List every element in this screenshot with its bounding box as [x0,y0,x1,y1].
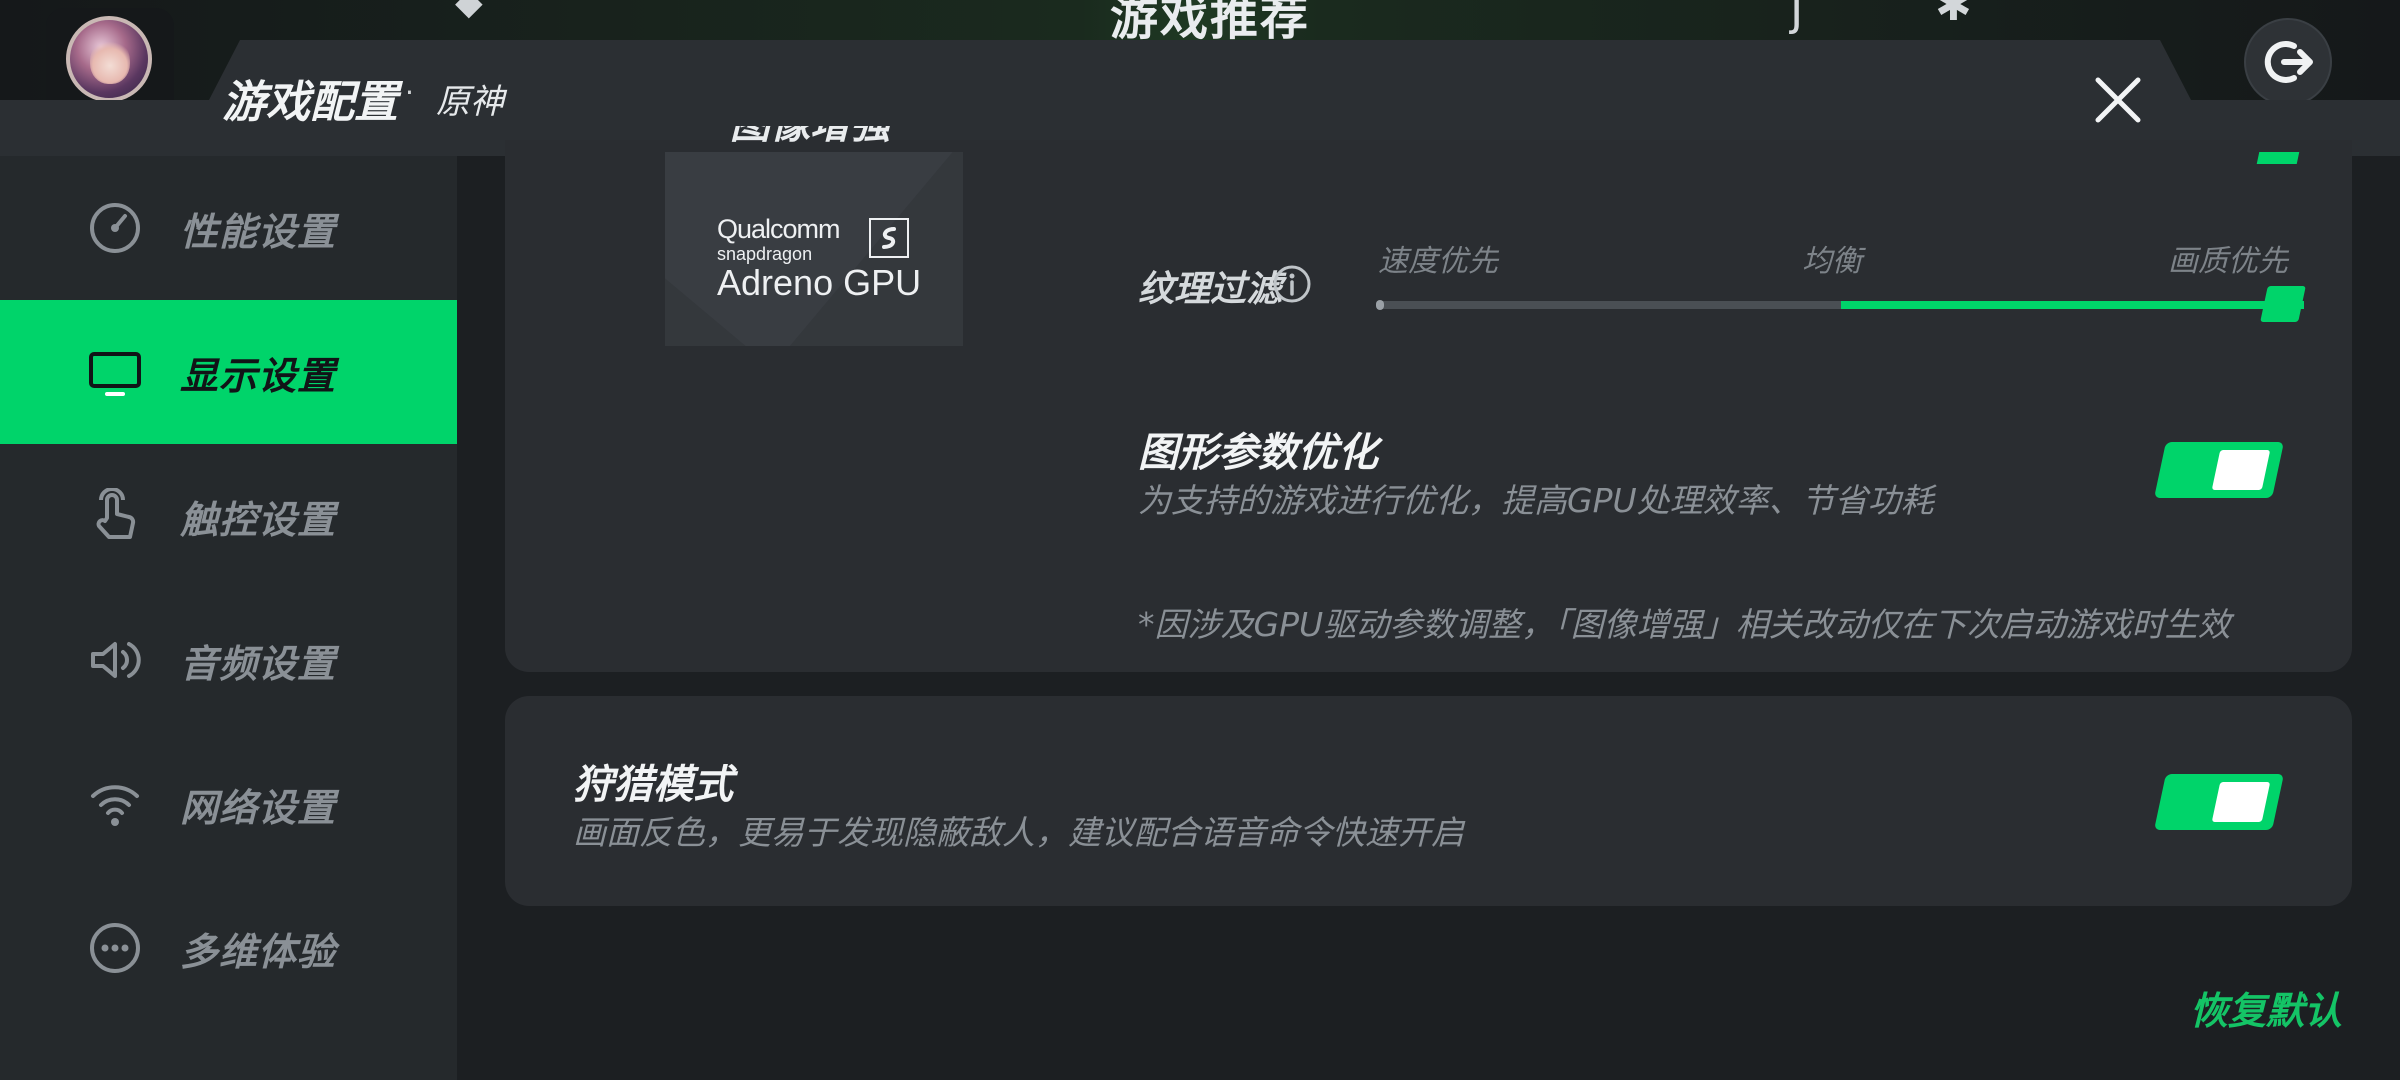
sidebar-item-label: 音频设置 [180,641,337,686]
graphics-opt-toggle[interactable] [2154,442,2284,498]
hunting-mode-desc: 画面反色，更易于发现隐蔽敌人，建议配合语音命令快速开启 [573,813,1464,852]
sidebar-item-audio[interactable]: 音频设置 [0,588,457,732]
texture-filter-label: 纹理过滤 [1138,269,1283,310]
background-icon-a: ʃ [1790,0,1807,36]
sidebar-item-display[interactable]: 显示设置 [0,300,457,444]
gpu-name: Adreno GPU [717,262,922,303]
title-separator: · [405,76,414,109]
sidebar: 性能设置 显示设置 触控设置 音频设置 网络设置 多维体验 [0,156,457,1080]
exit-button[interactable] [2244,18,2332,106]
sidebar-item-label: 显示设置 [180,353,337,398]
touch-icon [86,487,144,545]
background-home-icon: ◆ [455,0,483,23]
stage: ◆ 游戏推荐 ʃ ✱ 游戏配置 · 原神 性能设置 显示设置 触控设置 音频设置… [0,0,2400,1080]
tick-speed: 速度优先 [1378,244,1498,279]
tick-balanced: 均衡 [1802,244,1862,279]
sidebar-item-experience[interactable]: 多维体验 [0,876,457,1020]
slider-fill [1841,301,2304,309]
gauge-icon [86,199,144,257]
background-gear-icon: ✱ [1935,0,1972,31]
image-enhance-toggle[interactable] [2256,152,2300,164]
gpu-badge: Qualcomm snapdragon Adreno GPU [665,152,963,346]
close-button[interactable] [2090,72,2146,128]
sidebar-item-performance[interactable]: 性能设置 [0,156,457,300]
monitor-icon [86,343,144,401]
sidebar-item-label: 性能设置 [180,209,337,254]
gpu-brand: Qualcomm [717,214,841,244]
slider-start-dot [1376,300,1384,310]
sidebar-item-label: 网络设置 [180,785,337,830]
game-name: 原神 [436,82,504,122]
speaker-icon [86,631,144,689]
sidebar-item-label: 多维体验 [180,929,337,974]
snapdragon-icon [869,218,909,258]
hunting-mode-title: 狩猎模式 [573,762,733,808]
wifi-icon [86,775,144,833]
restore-default-button[interactable]: 恢复默认 [2190,980,2342,1035]
sidebar-item-touch[interactable]: 触控设置 [0,444,457,588]
info-icon[interactable] [1272,264,1312,304]
avatar[interactable] [66,16,152,102]
page-title: 游戏配置 [222,77,398,128]
slider-handle[interactable] [2260,286,2306,322]
exit-icon [2264,41,2313,83]
graphics-opt-desc: 为支持的游戏进行优化，提高GPU处理效率、节省功耗 [1138,481,1934,520]
more-icon [86,919,144,977]
hunting-mode-toggle[interactable] [2154,774,2284,830]
tick-quality: 画质优先 [2168,244,2288,279]
sidebar-item-label: 触控设置 [180,497,337,542]
sidebar-item-network[interactable]: 网络设置 [0,732,457,876]
graphics-opt-title: 图形参数优化 [1138,430,1378,476]
close-icon [2095,77,2141,123]
hunting-mode-card [505,696,2352,906]
driver-note: *因涉及GPU驱动参数调整，「图像增强」相关改动仅在下次启动游戏时生效 [1138,605,2231,644]
